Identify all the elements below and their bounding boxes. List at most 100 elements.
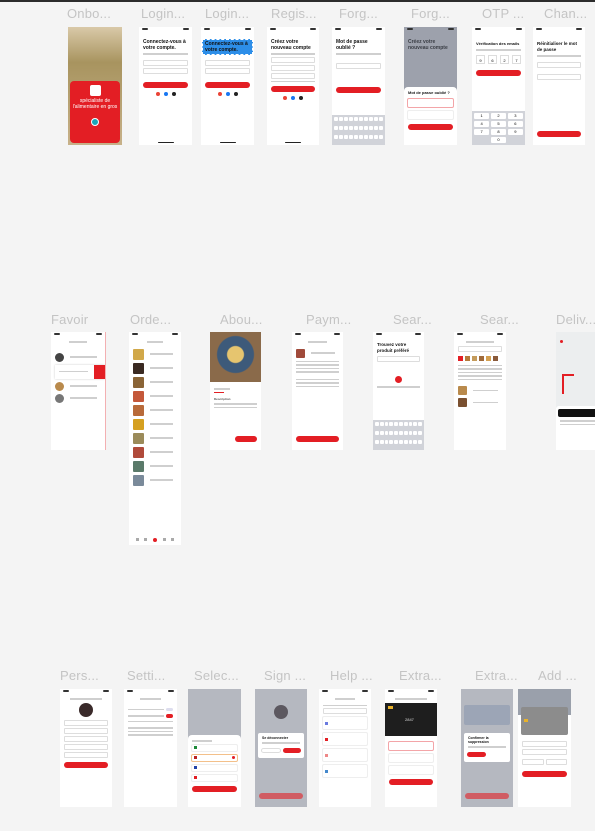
frame-title-signout[interactable]: Sign ... bbox=[264, 668, 306, 683]
frame-otp[interactable]: Vérification des emails 9627 123 456 789… bbox=[472, 27, 525, 145]
frame-title-login1[interactable]: Login... bbox=[141, 6, 185, 21]
otp-digit[interactable]: 6 bbox=[488, 54, 497, 64]
order-item[interactable] bbox=[133, 390, 177, 402]
otp-digit[interactable]: 9 bbox=[476, 54, 485, 64]
frame-about-product[interactable]: Description bbox=[210, 332, 261, 450]
help-topic[interactable] bbox=[322, 748, 368, 762]
frame-title-forgot1[interactable]: Forg... bbox=[339, 6, 378, 21]
search-input[interactable] bbox=[458, 345, 502, 352]
apple-icon[interactable] bbox=[171, 91, 176, 96]
setting-toggle[interactable] bbox=[128, 714, 173, 718]
frame-title-orders[interactable]: Orde... bbox=[130, 312, 171, 327]
recent-search[interactable] bbox=[458, 375, 502, 377]
next-button[interactable] bbox=[91, 118, 99, 126]
new-password-field[interactable] bbox=[537, 61, 581, 68]
card-holder-field[interactable] bbox=[522, 741, 567, 747]
email-field[interactable] bbox=[205, 60, 250, 66]
confirm-password-field[interactable] bbox=[537, 73, 581, 80]
order-item[interactable] bbox=[133, 348, 177, 360]
driver-card[interactable] bbox=[558, 409, 595, 417]
backspace-key[interactable] bbox=[508, 137, 523, 143]
frame-payment[interactable] bbox=[292, 332, 343, 450]
confirm-button[interactable] bbox=[192, 785, 237, 792]
frame-title-change[interactable]: Chan... bbox=[544, 6, 587, 21]
order-item[interactable] bbox=[133, 460, 177, 472]
phone-field[interactable] bbox=[64, 743, 108, 750]
frame-search-results[interactable] bbox=[454, 332, 506, 450]
cancel-button[interactable] bbox=[261, 747, 281, 753]
frame-title-register[interactable]: Regis... bbox=[271, 6, 317, 21]
frame-title-payment[interactable]: Paym... bbox=[306, 312, 351, 327]
language-option[interactable] bbox=[191, 743, 238, 752]
frame-favorites[interactable] bbox=[51, 332, 106, 450]
setting-link[interactable] bbox=[128, 730, 173, 732]
otp-digit[interactable]: 7 bbox=[512, 54, 521, 64]
apple-icon[interactable] bbox=[233, 92, 238, 96]
frame-personal-info[interactable] bbox=[60, 689, 112, 807]
cvv-field[interactable] bbox=[545, 759, 567, 765]
frame-title-delivery[interactable]: Deliv... bbox=[556, 312, 595, 327]
key[interactable]: 5 bbox=[490, 120, 507, 128]
frame-login2[interactable]: Connectez-vous à votre compte. bbox=[201, 27, 254, 145]
setting-link[interactable] bbox=[128, 727, 173, 729]
continue-button[interactable] bbox=[336, 86, 381, 93]
key[interactable]: 3 bbox=[507, 113, 523, 120]
add-card-button[interactable] bbox=[389, 778, 433, 785]
favorite-item[interactable] bbox=[55, 393, 101, 403]
otp-digit[interactable]: 2 bbox=[500, 54, 509, 64]
frame-title-otp[interactable]: OTP ... bbox=[482, 6, 524, 21]
password-field[interactable] bbox=[205, 68, 250, 74]
frame-title-login2[interactable]: Login... bbox=[205, 6, 249, 21]
frame-sign-out[interactable]: Se déconnecter bbox=[255, 689, 307, 807]
key[interactable]: 2 bbox=[490, 113, 507, 120]
key[interactable]: 8 bbox=[490, 128, 507, 136]
frame-onboarding[interactable]: spécialiste de l'alimentaire en gros bbox=[68, 27, 122, 145]
bottom-nav[interactable] bbox=[133, 538, 177, 542]
add-to-cart-button[interactable] bbox=[235, 436, 257, 442]
order-item[interactable] bbox=[133, 474, 177, 486]
google-icon[interactable] bbox=[217, 92, 222, 96]
frame-login1[interactable]: Connectez-vous à votre compte. bbox=[139, 27, 192, 145]
frame-title-select[interactable]: Selec... bbox=[194, 668, 239, 683]
favorite-item[interactable] bbox=[55, 352, 101, 362]
frame-title-help[interactable]: Help ... bbox=[330, 668, 373, 683]
frame-select-language[interactable] bbox=[188, 689, 241, 807]
frame-cards[interactable]: 2847 bbox=[385, 689, 437, 807]
recent-search[interactable] bbox=[458, 371, 502, 373]
order-item[interactable] bbox=[133, 418, 177, 430]
verify-button[interactable] bbox=[476, 69, 521, 76]
option-sms[interactable] bbox=[407, 98, 454, 108]
avatar[interactable] bbox=[79, 702, 93, 717]
order-item[interactable] bbox=[133, 376, 177, 388]
gender-select[interactable] bbox=[64, 735, 108, 742]
login-button[interactable] bbox=[205, 82, 250, 88]
order-item[interactable] bbox=[133, 404, 177, 416]
otp-inputs[interactable]: 9627 bbox=[472, 54, 525, 64]
continue-button[interactable] bbox=[408, 124, 453, 130]
setting-toggle[interactable] bbox=[128, 707, 173, 711]
recent-search[interactable] bbox=[458, 378, 502, 380]
order-item[interactable] bbox=[133, 362, 177, 374]
language-option[interactable] bbox=[191, 773, 238, 782]
language-option[interactable] bbox=[191, 763, 238, 772]
search-input[interactable] bbox=[323, 708, 367, 714]
reset-button[interactable] bbox=[537, 131, 581, 137]
frame-add-card[interactable] bbox=[518, 689, 571, 807]
frame-title-forgot2[interactable]: Forg... bbox=[411, 6, 450, 21]
frame-title-search2[interactable]: Sear... bbox=[480, 312, 519, 327]
frame-title-settings[interactable]: Setti... bbox=[127, 668, 165, 683]
order-item[interactable] bbox=[133, 432, 177, 444]
password-field[interactable] bbox=[271, 72, 315, 79]
terms-checkbox[interactable] bbox=[271, 80, 315, 82]
frame-change-password[interactable]: Réinitialiser le mot de passe bbox=[533, 27, 585, 145]
expiry-field[interactable] bbox=[522, 759, 544, 765]
name-field[interactable] bbox=[64, 719, 108, 726]
register-button[interactable] bbox=[271, 86, 315, 92]
frame-title-extra1[interactable]: Extra... bbox=[399, 668, 442, 683]
confirm-delete-button[interactable] bbox=[467, 751, 486, 757]
credit-card[interactable]: 2847 bbox=[385, 702, 437, 736]
recent-search[interactable] bbox=[458, 368, 502, 370]
email-field[interactable] bbox=[64, 751, 108, 758]
apple-icon[interactable] bbox=[299, 96, 303, 100]
favorite-item-swiped[interactable] bbox=[55, 364, 105, 379]
